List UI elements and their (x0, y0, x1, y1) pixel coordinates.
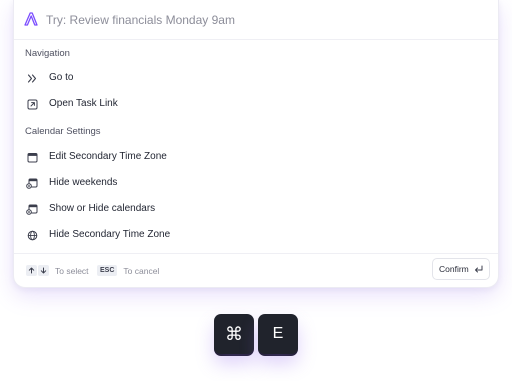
section-heading-navigation: Navigation (25, 48, 70, 59)
menu-item-go-to[interactable]: Go to (17, 66, 495, 90)
menu-item-hide-weekends[interactable]: Hide weekends (17, 171, 495, 195)
command-key: ⌘ (214, 314, 254, 354)
arrow-up-key-icon (26, 265, 37, 276)
menu-item-label: Go to (49, 72, 74, 83)
globe-icon (26, 229, 38, 241)
confirm-button-label: Confirm (439, 264, 469, 274)
search-row (14, 0, 498, 40)
command-palette: Navigation Go to Open Task Link Calendar… (13, 0, 499, 288)
stage: Navigation Go to Open Task Link Calendar… (0, 0, 512, 381)
double-chevron-right-icon (26, 72, 38, 84)
cancel-hint: ESC To cancel (97, 265, 159, 276)
confirm-button[interactable]: Confirm (432, 258, 490, 280)
menu-item-hide-secondary-time-zone[interactable]: Hide Secondary Time Zone (17, 223, 495, 247)
menu-item-label: Hide Secondary Time Zone (49, 229, 171, 240)
brand-logo-icon (24, 12, 38, 26)
section-heading-calendar-settings: Calendar Settings (25, 126, 101, 137)
select-hint-text: To select (55, 265, 89, 276)
esc-key: ESC (97, 265, 118, 276)
calendar-icon (26, 151, 38, 163)
menu-item-open-task-link[interactable]: Open Task Link (17, 92, 495, 116)
cancel-hint-text: To cancel (123, 265, 160, 276)
external-link-box-icon (26, 98, 38, 110)
calendar-toggle-icon (26, 177, 38, 189)
menu-item-label: Edit Secondary Time Zone (49, 151, 167, 162)
enter-key-icon (475, 265, 483, 273)
select-hint: To select (26, 265, 89, 276)
menu-item-show-or-hide-calendars[interactable]: Show or Hide calendars (17, 197, 495, 221)
palette-footer: To select ESC To cancel Confirm (14, 253, 498, 287)
e-key: E (258, 314, 298, 354)
menu-item-label: Show or Hide calendars (49, 203, 156, 214)
arrow-down-key-icon (38, 265, 49, 276)
calendar-toggle-icon (26, 203, 38, 215)
search-input[interactable] (46, 9, 486, 31)
menu-item-label: Hide weekends (49, 177, 118, 188)
menu-item-label: Open Task Link (49, 98, 118, 109)
menu-item-edit-secondary-time-zone[interactable]: Edit Secondary Time Zone (17, 145, 495, 169)
